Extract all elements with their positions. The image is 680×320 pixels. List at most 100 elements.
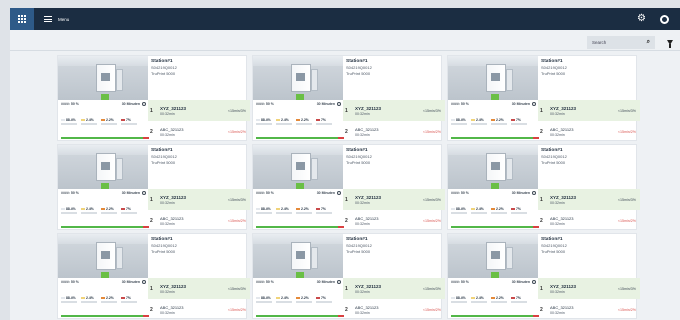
job-item-queued[interactable]: 2 ABC_321123 00:32min <15min/2% [343, 121, 445, 142]
job-rate: <15min/2% [227, 129, 246, 134]
job-rate: <15min/2% [617, 307, 636, 312]
clock-icon[interactable] [532, 102, 536, 107]
search-input[interactable]: Search ⌕ [587, 36, 655, 49]
job-item-queued[interactable]: 2 ABC_321123 00:32min <15min/2% [343, 299, 445, 320]
job-name: XYZ_321123 [160, 105, 187, 111]
kpi-value: 7% [316, 296, 332, 304]
job-position: 2 [345, 217, 348, 224]
station-card[interactable]: Station#1 S04219Q0012 TruPrint 5000 ####… [447, 144, 640, 231]
job-item-active[interactable]: 1 XYZ_321123 00:32min <15min/3% [343, 278, 445, 299]
station-image [448, 145, 538, 189]
job-item-active[interactable]: 1 XYZ_321123 00:32min <15min/3% [538, 278, 640, 299]
job-item-active[interactable]: 1 XYZ_321123 00:32min <15min/3% [148, 278, 250, 299]
job-item-queued[interactable]: 2 ABC_321123 00:32min <15min/2% [538, 299, 640, 320]
station-card[interactable]: Station#1 S04219Q0012 TruPrint 5000 ####… [252, 233, 445, 320]
job-item-active[interactable]: 1 XYZ_321123 00:32min <15min/3% [538, 189, 640, 210]
clock-icon[interactable] [142, 191, 146, 196]
time-window-label: 30 Minuten [511, 102, 530, 106]
job-position: 1 [345, 107, 348, 114]
clock-icon[interactable] [337, 280, 341, 285]
station-card[interactable]: Station#1 S04219Q0012 TruPrint 5000 ####… [447, 55, 640, 142]
job-item-active[interactable]: 1 XYZ_321123 00:32min <15min/3% [343, 189, 445, 210]
machine-illustration [96, 153, 123, 181]
gear-icon[interactable]: ⚙ [637, 14, 646, 24]
kpi-value: 2.2% [101, 296, 117, 304]
job-rate: <15min/2% [422, 307, 441, 312]
station-serial: S04219Q0012 [151, 154, 177, 159]
job-item-active[interactable]: 1 XYZ_321123 00:32min <15min/3% [343, 100, 445, 121]
job-name: XYZ_321123 [355, 283, 382, 289]
clock-icon[interactable] [532, 191, 536, 196]
filter-icon[interactable] [667, 40, 673, 48]
job-item-queued[interactable]: 2 ABC_321123 00:32min <15min/2% [538, 121, 640, 142]
station-serial: S04219Q0012 [541, 65, 567, 70]
search-icon[interactable]: ⌕ [647, 39, 650, 46]
clock-icon[interactable] [142, 280, 146, 285]
station-image [58, 234, 148, 278]
job-item-active[interactable]: 1 XYZ_321123 00:32min <15min/3% [148, 189, 250, 210]
clock-icon[interactable] [532, 280, 536, 285]
job-item-queued[interactable]: 2 ABC_321123 00:32min <15min/2% [538, 210, 640, 231]
station-card[interactable]: Station#1 S04219Q0012 TruPrint 5000 ####… [252, 55, 445, 142]
kpi-row: 88.4% 2.4% 2.2% 7% [451, 118, 536, 126]
job-rate: <15min/2% [422, 218, 441, 223]
station-name: Station#1 [541, 59, 563, 64]
station-card[interactable]: Station#1 S04219Q0012 TruPrint 5000 ####… [57, 144, 250, 231]
app-grid-button[interactable] [10, 8, 34, 30]
station-card[interactable]: Station#1 S04219Q0012 TruPrint 5000 ####… [57, 55, 250, 142]
user-icon[interactable] [660, 14, 669, 24]
kpi-value: 2.4% [471, 118, 487, 126]
station-stats: ####: 50 % 30 Minuten 88.4% 2.4% 2.2% 7% [253, 278, 344, 320]
kpi-value: 2.2% [296, 207, 312, 215]
job-time: 00:32min [550, 310, 565, 315]
kpi-value: 88.4% [61, 207, 77, 215]
kpi-value: 2.2% [101, 207, 117, 215]
job-name: XYZ_321123 [355, 194, 382, 200]
job-item-queued[interactable]: 2 ABC_321123 00:32min <15min/2% [148, 210, 250, 231]
station-stats: ####: 50 % 30 Minuten 88.4% 2.4% 2.2% 7% [448, 278, 539, 320]
job-item-queued[interactable]: 2 ABC_321123 00:32min <15min/2% [148, 121, 250, 142]
job-list: 1 XYZ_321123 00:32min <15min/3% 2 ABC_32… [148, 278, 250, 320]
job-position: 1 [150, 107, 153, 114]
job-name: XYZ_321123 [550, 283, 577, 289]
job-item-active[interactable]: 1 XYZ_321123 00:32min <15min/3% [148, 100, 250, 121]
station-card[interactable]: Station#1 S04219Q0012 TruPrint 5000 ####… [447, 233, 640, 320]
station-serial: S04219Q0012 [541, 243, 567, 248]
clock-icon[interactable] [337, 191, 341, 196]
time-window-label: 30 Minuten [316, 280, 335, 284]
kpi-progress-bar [256, 137, 344, 139]
menu-button[interactable]: Menu [44, 16, 69, 22]
job-name: ABC_321123 [355, 215, 379, 221]
kpi-progress-bar [451, 315, 539, 317]
job-item-active[interactable]: 1 XYZ_321123 00:32min <15min/3% [538, 100, 640, 121]
station-stats: ####: 50 % 30 Minuten 88.4% 2.4% 2.2% 7% [58, 100, 149, 142]
machine-illustration [96, 242, 123, 270]
kpi-value: 88.4% [61, 296, 77, 304]
utilization-label: ####: 50 % [61, 280, 79, 284]
kpi-value: 7% [511, 296, 527, 304]
kpi-value: 88.4% [61, 118, 77, 126]
station-card[interactable]: Station#1 S04219Q0012 TruPrint 5000 ####… [57, 233, 250, 320]
station-serial: S04219Q0012 [346, 65, 372, 70]
job-rate: <15min/3% [227, 286, 246, 291]
station-card[interactable]: Station#1 S04219Q0012 TruPrint 5000 ####… [252, 144, 445, 231]
utilization-label: ####: 50 % [61, 102, 79, 106]
station-image [253, 145, 343, 189]
toolbar: Search ⌕ [10, 35, 680, 51]
job-item-queued[interactable]: 2 ABC_321123 00:32min <15min/2% [343, 210, 445, 231]
kpi-value: 88.4% [451, 207, 467, 215]
job-rate: <15min/3% [617, 286, 636, 291]
job-rate: <15min/3% [422, 108, 441, 113]
time-window-label: 30 Minuten [511, 280, 530, 284]
station-info: Station#1 S04219Q0012 TruPrint 5000 [343, 56, 443, 100]
job-time: 00:32min [355, 111, 370, 116]
job-position: 2 [150, 217, 153, 224]
clock-icon[interactable] [142, 102, 146, 107]
job-item-queued[interactable]: 2 ABC_321123 00:32min <15min/2% [148, 299, 250, 320]
job-time: 00:32min [355, 132, 370, 137]
utilization-label: ####: 50 % [451, 191, 469, 195]
machine-illustration [486, 242, 513, 270]
station-info: Station#1 S04219Q0012 TruPrint 5000 [148, 145, 248, 189]
clock-icon[interactable] [337, 102, 341, 107]
kpi-value: 2.4% [81, 207, 97, 215]
